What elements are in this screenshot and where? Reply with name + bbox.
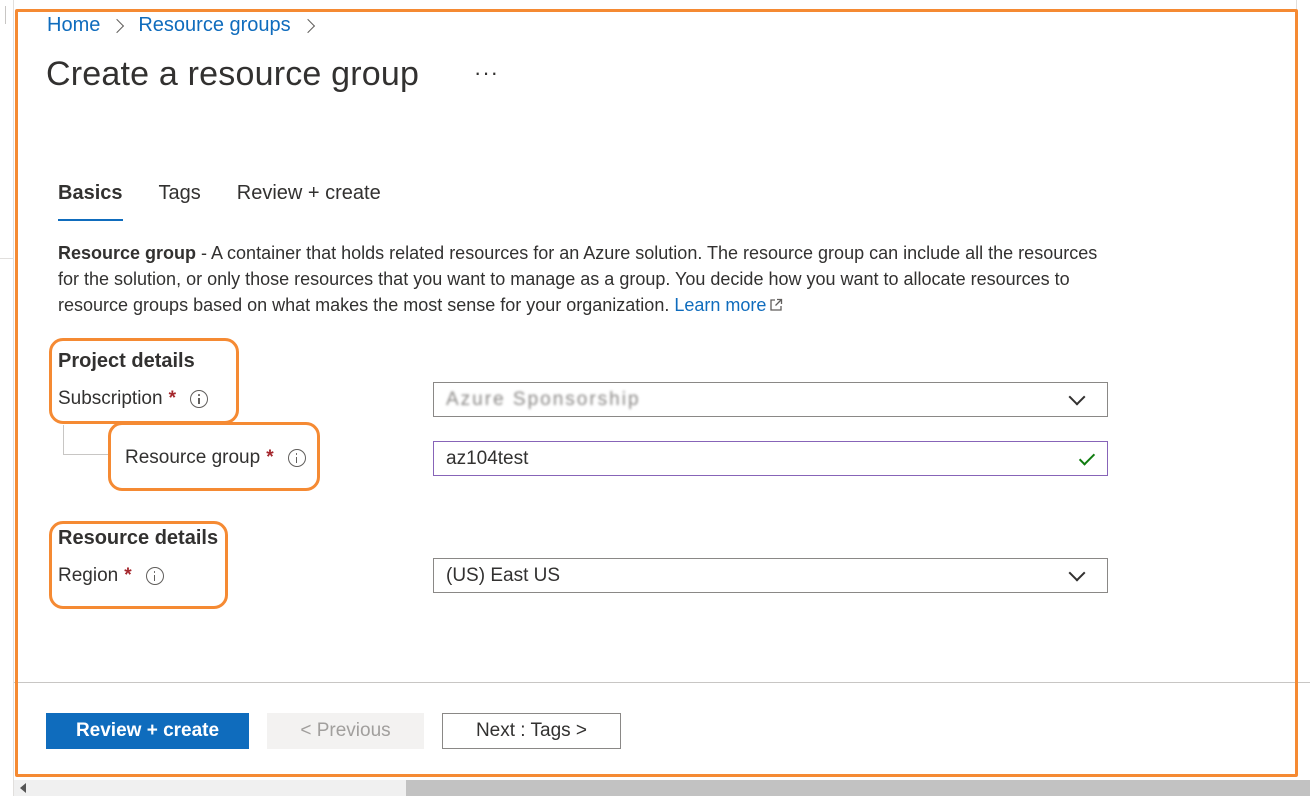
external-link-icon: [770, 298, 783, 311]
next-tags-button[interactable]: Next : Tags >: [442, 713, 621, 749]
info-icon[interactable]: [287, 449, 306, 467]
tab-bar: Basics Tags Review + create: [58, 182, 381, 221]
gutter-notch: [0, 6, 6, 24]
horizontal-scrollbar[interactable]: [14, 780, 1310, 796]
subscription-label: Subscription *: [58, 388, 208, 410]
checkmark-icon: [1078, 449, 1096, 466]
chevron-right-icon: [300, 18, 315, 33]
region-label-text: Region: [58, 565, 119, 586]
info-icon[interactable]: [189, 390, 208, 408]
region-select[interactable]: (US) East US: [433, 558, 1108, 593]
more-options-icon[interactable]: ···: [474, 60, 499, 86]
chevron-right-icon: [110, 18, 125, 33]
subscription-value: Azure Sponsorship: [446, 388, 641, 410]
description-term: Resource group: [58, 243, 197, 263]
resource-group-value: az104test: [446, 447, 529, 469]
review-create-button[interactable]: Review + create: [46, 713, 249, 749]
tree-connector: [63, 425, 111, 455]
tab-basics[interactable]: Basics: [58, 182, 123, 221]
chevron-down-icon: [1068, 388, 1086, 406]
subscription-label-text: Subscription: [58, 388, 163, 409]
tab-review-create[interactable]: Review + create: [237, 182, 381, 215]
required-marker: *: [168, 388, 176, 409]
resource-group-description: Resource group - A container that holds …: [58, 240, 1108, 318]
region-label: Region *: [58, 565, 164, 587]
description-text: - A container that holds related resourc…: [58, 243, 1098, 315]
region-value: (US) East US: [446, 564, 561, 586]
resource-group-label-text: Resource group: [125, 447, 261, 468]
breadcrumb-home[interactable]: Home: [47, 14, 100, 37]
scroll-left-icon[interactable]: [20, 783, 26, 793]
breadcrumb-resource-groups[interactable]: Resource groups: [138, 14, 290, 37]
info-icon[interactable]: [145, 567, 164, 585]
chevron-down-icon: [1068, 564, 1086, 582]
subscription-select[interactable]: Azure Sponsorship: [433, 382, 1108, 417]
tab-tags[interactable]: Tags: [159, 182, 201, 215]
resource-group-label: Resource group *: [125, 447, 306, 469]
project-details-heading: Project details: [58, 350, 195, 372]
previous-button[interactable]: < Previous: [267, 713, 424, 749]
scrollbar-thumb[interactable]: [406, 780, 1310, 796]
gutter-line: [0, 258, 14, 259]
learn-more-link[interactable]: Learn more: [674, 295, 766, 315]
resource-details-heading: Resource details: [58, 527, 219, 549]
vertical-scrollbar[interactable]: [1296, 0, 1310, 682]
page-title: Create a resource group: [46, 55, 420, 93]
resource-group-input[interactable]: az104test: [433, 441, 1108, 476]
required-marker: *: [266, 447, 274, 468]
left-gutter: [0, 0, 14, 796]
breadcrumb: Home Resource groups: [47, 14, 319, 37]
footer-divider: [14, 682, 1310, 683]
required-marker: *: [124, 565, 132, 586]
